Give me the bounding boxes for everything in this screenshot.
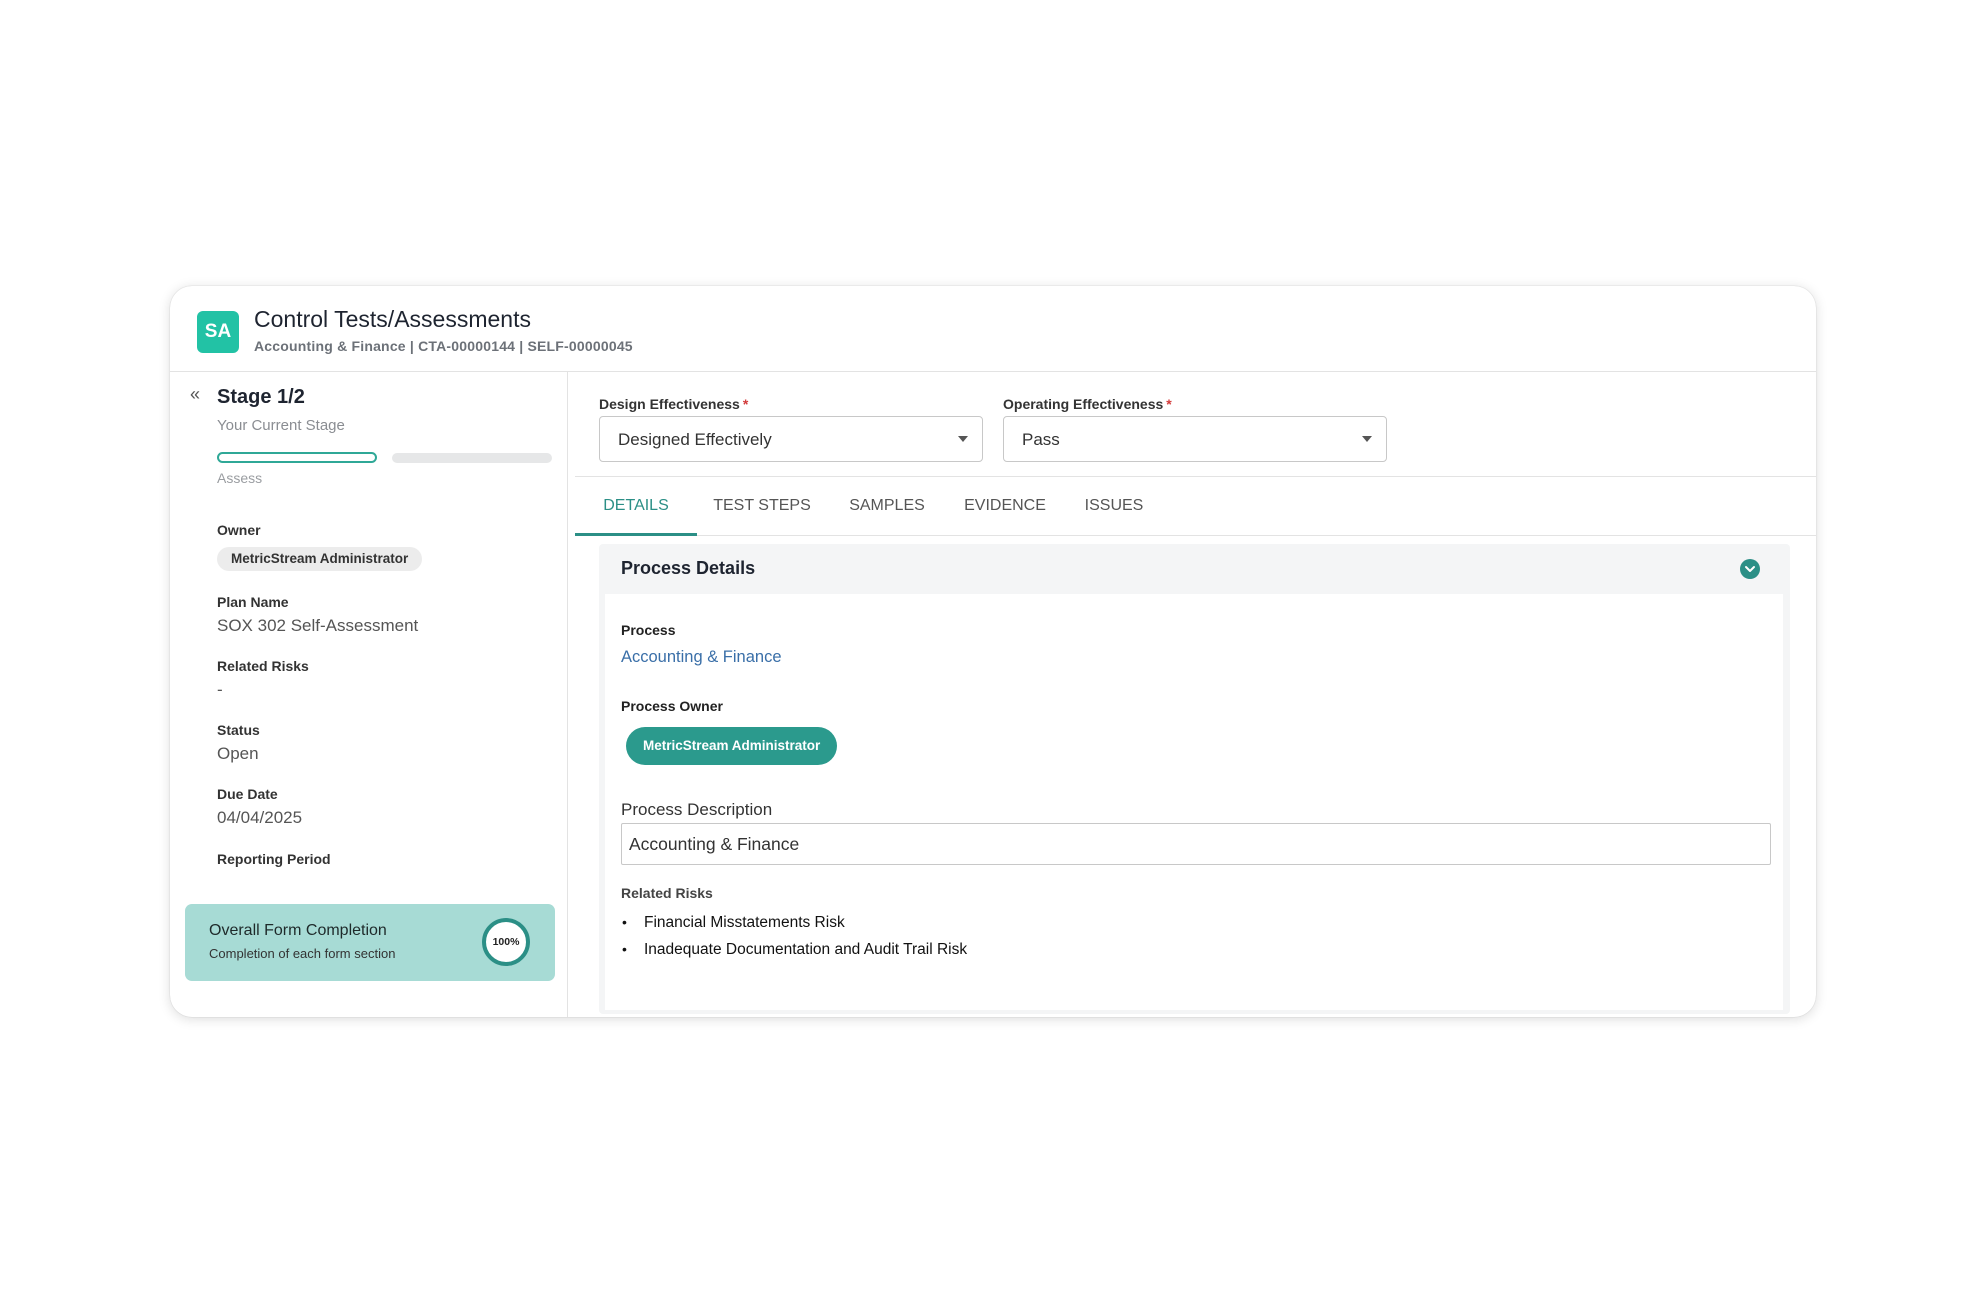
page-title: Control Tests/Assessments <box>254 306 531 332</box>
operating-effectiveness-label-text: Operating Effectiveness <box>1003 396 1164 412</box>
operating-effectiveness-value: Pass <box>1022 430 1060 449</box>
plan-name-label: Plan Name <box>217 594 289 610</box>
process-details-body: Process Accounting & Finance Process Own… <box>605 594 1783 1010</box>
process-related-risks-label: Related Risks <box>621 885 713 901</box>
operating-effectiveness-select[interactable]: Pass <box>1003 416 1387 462</box>
owner-label: Owner <box>217 522 261 538</box>
completion-title: Overall Form Completion <box>209 922 387 939</box>
double-chevron-left-icon[interactable]: « <box>183 384 207 408</box>
related-risks-list: • Financial Misstatements Risk • Inadequat… <box>621 909 967 963</box>
reporting-period-label: Reporting Period <box>217 851 331 867</box>
completion-progress-ring: 100% <box>481 917 531 967</box>
bullet-icon: • <box>622 941 627 957</box>
design-effectiveness-label: Design Effectiveness * <box>599 396 748 412</box>
tab-issues[interactable]: ISSUES <box>1073 477 1155 536</box>
process-details-header[interactable]: Process Details <box>599 544 1790 594</box>
process-owner-chip: MetricStream Administrator <box>626 727 838 765</box>
main-content: Design Effectiveness * Designed Effective… <box>569 372 1816 1017</box>
stage-progress-current <box>217 452 377 463</box>
stage-subtitle: Your Current Stage <box>217 417 345 434</box>
list-item: • Inadequate Documentation and Audit Trai… <box>621 936 967 963</box>
design-effectiveness-select[interactable]: Designed Effectively <box>599 416 983 462</box>
stage-progress-next <box>392 453 552 463</box>
form-completion-card: Overall Form Completion Completion of ea… <box>185 904 555 981</box>
caret-down-icon <box>1362 436 1372 442</box>
stage-label: Assess <box>217 470 263 486</box>
design-effectiveness-label-text: Design Effectiveness <box>599 396 740 412</box>
completion-subtitle: Completion of each form section <box>209 946 396 961</box>
list-item: • Financial Misstatements Risk <box>621 909 967 936</box>
process-details-panel: Process Details Process Accounting & Fin… <box>599 544 1790 1014</box>
tab-bar: DETAILS TEST STEPS SAMPLES EVIDENCE ISSU… <box>575 476 1816 536</box>
tab-evidence[interactable]: EVIDENCE <box>955 477 1055 536</box>
plan-name-value: SOX 302 Self-Assessment <box>217 616 419 635</box>
completion-percent: 100% <box>492 936 520 948</box>
risk-name: Financial Misstatements Risk <box>644 914 845 931</box>
bullet-icon: • <box>622 914 627 930</box>
stage-title: Stage 1/2 <box>217 386 305 408</box>
page-subtitle: Accounting & Finance | CTA-00000144 | SE… <box>254 338 633 354</box>
process-owner-label: Process Owner <box>621 698 723 714</box>
status-value: Open <box>217 744 259 763</box>
process-description-field[interactable]: Accounting & Finance <box>621 823 1771 865</box>
required-mark: * <box>1166 396 1172 412</box>
owner-chip: MetricStream Administrator <box>217 547 423 571</box>
related-risks-label: Related Risks <box>217 658 309 674</box>
due-date-value: 04/04/2025 <box>217 808 303 827</box>
status-label: Status <box>217 722 260 738</box>
assessment-card: SA Control Tests/Assessments Accounting … <box>170 286 1816 1017</box>
process-description-value: Accounting & Finance <box>629 834 800 854</box>
page-header: SA Control Tests/Assessments Accounting … <box>170 286 1816 372</box>
chevron-down-circle-icon[interactable] <box>1740 559 1760 579</box>
process-details-title: Process Details <box>621 558 756 578</box>
tab-samples[interactable]: SAMPLES <box>837 477 937 536</box>
related-risks-value: - <box>217 680 223 699</box>
process-label: Process <box>621 622 676 638</box>
tab-test-steps[interactable]: TEST STEPS <box>707 477 817 536</box>
risk-name: Inadequate Documentation and Audit Trail… <box>644 941 968 958</box>
tab-details[interactable]: DETAILS <box>575 477 697 536</box>
process-link[interactable]: Accounting & Finance <box>621 648 782 667</box>
design-effectiveness-value: Designed Effectively <box>618 430 772 449</box>
caret-down-icon <box>958 436 968 442</box>
due-date-label: Due Date <box>217 786 278 802</box>
process-description-label: Process Description <box>621 800 773 819</box>
stage-sidebar: « Stage 1/2 Your Current Stage Assess Ow… <box>170 372 568 1017</box>
app-avatar: SA <box>197 311 239 353</box>
operating-effectiveness-label: Operating Effectiveness * <box>1003 396 1172 412</box>
required-mark: * <box>742 396 749 412</box>
